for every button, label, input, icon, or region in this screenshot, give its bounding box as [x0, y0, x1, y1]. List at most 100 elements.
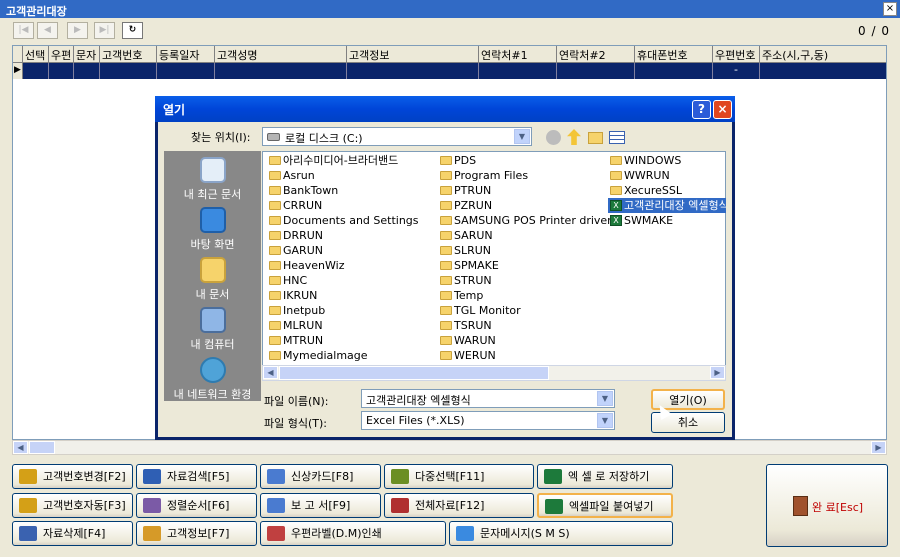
table-row[interactable]: ▶ -: [13, 63, 886, 79]
prev-record-button[interactable]: ◀: [37, 22, 58, 39]
chevron-down-icon[interactable]: ▼: [597, 413, 613, 428]
folder-item[interactable]: CRRUN: [267, 198, 322, 213]
filename-input[interactable]: 고객관리대장 엑셀형식 ▼: [361, 389, 615, 408]
action-button[interactable]: 정렬순서[F6]: [136, 493, 257, 518]
action-button[interactable]: 다중선택[F11]: [384, 464, 534, 489]
folder-item[interactable]: Asrun: [267, 168, 315, 183]
folder-item[interactable]: XecureSSL: [608, 183, 682, 198]
folder-item[interactable]: MLRUN: [267, 318, 323, 333]
file-item[interactable]: X SWMAKE: [608, 213, 673, 228]
folder-item[interactable]: WARUN: [438, 333, 496, 348]
first-record-button[interactable]: |◀: [13, 22, 34, 39]
cell[interactable]: [760, 63, 886, 79]
folder-item[interactable]: MTRUN: [267, 333, 323, 348]
action-button[interactable]: 고객번호자동[F3]: [12, 493, 133, 518]
chevron-down-icon[interactable]: ▼: [514, 129, 530, 144]
cell[interactable]: [557, 63, 635, 79]
folder-item[interactable]: SLRUN: [438, 243, 491, 258]
scroll-left-icon[interactable]: ◀: [13, 441, 28, 454]
cell[interactable]: [23, 63, 49, 79]
file-list-scrollbar[interactable]: ◀ ▶: [262, 365, 726, 381]
folder-item[interactable]: DRRUN: [267, 228, 323, 243]
folder-item[interactable]: GARUN: [267, 243, 323, 258]
up-folder-icon[interactable]: [567, 129, 581, 145]
col-header[interactable]: 우편번호: [713, 46, 760, 63]
action-button[interactable]: 우편라벨(D.M)인쇄: [260, 521, 446, 546]
action-button[interactable]: 전체자료[F12]: [384, 493, 534, 518]
action-button[interactable]: 자료검색[F5]: [136, 464, 257, 489]
action-button[interactable]: 보 고 서[F9]: [260, 493, 381, 518]
folder-item[interactable]: STRUN: [438, 273, 492, 288]
chevron-down-icon[interactable]: ▼: [597, 391, 613, 406]
col-header[interactable]: 우편: [49, 46, 74, 63]
place-desktop[interactable]: 바탕 화면: [164, 207, 261, 252]
cell[interactable]: [49, 63, 74, 79]
folder-item[interactable]: WWRUN: [608, 168, 670, 183]
col-header[interactable]: 등록일자: [157, 46, 215, 63]
action-button[interactable]: 자료삭제[F4]: [12, 521, 133, 546]
done-button[interactable]: 완 료[Esc]: [766, 464, 888, 547]
folder-item[interactable]: SAMSUNG POS Printer driver: [438, 213, 612, 228]
place-computer[interactable]: 내 컴퓨터: [164, 307, 261, 352]
next-record-button[interactable]: ▶: [67, 22, 88, 39]
cell[interactable]: [215, 63, 347, 79]
refresh-button[interactable]: ↻: [122, 22, 143, 39]
action-button[interactable]: 고객정보[F7]: [136, 521, 257, 546]
folder-item[interactable]: BankTown: [267, 183, 338, 198]
folder-item[interactable]: Documents and Settings: [267, 213, 419, 228]
col-header[interactable]: 고객번호: [100, 46, 157, 63]
place-recent[interactable]: 내 최근 문서: [164, 157, 261, 202]
folder-item[interactable]: PZRUN: [438, 198, 492, 213]
cell[interactable]: [100, 63, 157, 79]
folder-item[interactable]: Program Files: [438, 168, 528, 183]
col-header[interactable]: 주소(시,구,동): [760, 46, 886, 63]
place-network[interactable]: 내 네트워크 환경: [164, 357, 261, 402]
file-list[interactable]: 아리수미디어-브라더밴드 Asrun BankTown CRRUN Documents …: [262, 151, 726, 381]
cell-postal[interactable]: -: [713, 63, 760, 79]
scroll-left-icon[interactable]: ◀: [263, 366, 278, 379]
cell[interactable]: [74, 63, 100, 79]
folder-item[interactable]: PTRUN: [438, 183, 491, 198]
col-header[interactable]: 고객정보: [347, 46, 479, 63]
horizontal-scrollbar[interactable]: ◀ ▶: [12, 440, 887, 455]
folder-item[interactable]: SARUN: [438, 228, 493, 243]
look-in-dropdown[interactable]: 로컬 디스크 (C:) ▼: [262, 127, 532, 146]
filetype-select[interactable]: Excel Files (*.XLS) ▼: [361, 411, 615, 430]
folder-item[interactable]: HeavenWiz: [267, 258, 345, 273]
col-header[interactable]: 문자: [74, 46, 100, 63]
action-button[interactable]: 엑셀파일 붙여넣기: [537, 493, 673, 518]
folder-item[interactable]: Mymedialmage: [267, 348, 368, 363]
folder-item[interactable]: Inetpub: [267, 303, 325, 318]
scroll-thumb[interactable]: [279, 366, 549, 380]
cell[interactable]: [157, 63, 215, 79]
folder-item[interactable]: TGL Monitor: [438, 303, 521, 318]
action-button[interactable]: 문자메시지(S M S): [449, 521, 673, 546]
folder-item[interactable]: WINDOWS: [608, 153, 681, 168]
window-close-button[interactable]: ×: [883, 2, 897, 16]
folder-item[interactable]: WERUN: [438, 348, 496, 363]
last-record-button[interactable]: ▶|: [94, 22, 115, 39]
scroll-thumb[interactable]: [29, 441, 55, 454]
view-menu-icon[interactable]: [609, 131, 625, 144]
cell[interactable]: [347, 63, 479, 79]
col-header[interactable]: 선택: [23, 46, 49, 63]
dialog-close-button[interactable]: ×: [713, 100, 732, 119]
col-header[interactable]: 고객성명: [215, 46, 347, 63]
action-button[interactable]: 고객번호변경[F2]: [12, 464, 133, 489]
folder-item[interactable]: 아리수미디어-브라더밴드: [267, 153, 398, 168]
scroll-right-icon[interactable]: ▶: [710, 366, 725, 379]
folder-item[interactable]: HNC: [267, 273, 307, 288]
folder-item[interactable]: IKRUN: [267, 288, 317, 303]
folder-item[interactable]: TSRUN: [438, 318, 492, 333]
action-button[interactable]: 신상카드[F8]: [260, 464, 381, 489]
file-item[interactable]: X 고객관리대장 엑셀형식: [608, 198, 726, 213]
place-documents[interactable]: 내 문서: [164, 257, 261, 302]
col-header[interactable]: 연락처#2: [557, 46, 635, 63]
help-button[interactable]: ?: [692, 100, 711, 119]
action-button[interactable]: 엑 셀 로 저장하기: [537, 464, 673, 489]
cell[interactable]: [635, 63, 713, 79]
folder-item[interactable]: SPMAKE: [438, 258, 499, 273]
col-header[interactable]: 휴대폰번호: [635, 46, 713, 63]
col-header[interactable]: 연락처#1: [479, 46, 557, 63]
scroll-right-icon[interactable]: ▶: [871, 441, 886, 454]
